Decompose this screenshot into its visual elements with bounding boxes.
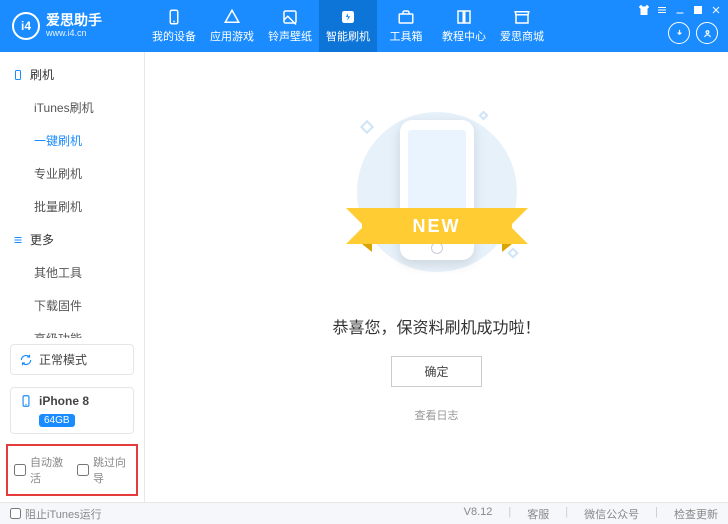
- version-label: V8.12: [464, 506, 493, 522]
- flash-icon: [339, 8, 357, 26]
- sidebar-item-advanced[interactable]: 高级功能: [0, 322, 144, 338]
- sidebar-group-more[interactable]: 更多: [0, 223, 144, 256]
- user-button[interactable]: [696, 22, 718, 44]
- option-label: 自动激活: [30, 454, 67, 486]
- nav-toolbox[interactable]: 工具箱: [377, 0, 435, 52]
- nav-store[interactable]: 爱思商城: [493, 0, 551, 52]
- book-icon: [455, 8, 473, 26]
- device-icon: [12, 69, 24, 81]
- nav-label: 爱思商城: [500, 28, 544, 44]
- user-icon: [702, 28, 713, 39]
- status-bar: 阻止iTunes运行 V8.12 | 客服 | 微信公众号 | 检查更新: [0, 502, 728, 524]
- logo[interactable]: i4 爱思助手 www.i4.cn: [0, 12, 145, 40]
- support-link[interactable]: 客服: [527, 506, 549, 522]
- sidebar-item-pro-flash[interactable]: 专业刷机: [0, 157, 144, 190]
- nav-apps[interactable]: 应用游戏: [203, 0, 261, 52]
- nav-my-device[interactable]: 我的设备: [145, 0, 203, 52]
- checkbox-input[interactable]: [10, 508, 21, 519]
- checkbox-input[interactable]: [14, 464, 26, 476]
- minimize-icon[interactable]: [674, 4, 686, 16]
- nav-flash[interactable]: 智能刷机: [319, 0, 377, 52]
- nav-label: 智能刷机: [326, 28, 370, 44]
- main-content: NEW 恭喜您，保资料刷机成功啦！ 确定 查看日志: [145, 52, 728, 502]
- sidebar-group-label: 刷机: [30, 66, 54, 83]
- nav-label: 铃声壁纸: [268, 28, 312, 44]
- sidebar-item-itunes-flash[interactable]: iTunes刷机: [0, 91, 144, 124]
- sidebar-item-download-firmware[interactable]: 下载固件: [0, 289, 144, 322]
- sidebar: 刷机 iTunes刷机 一键刷机 专业刷机 批量刷机 更多 其他工具 下载固件 …: [0, 52, 145, 502]
- success-illustration: NEW: [337, 102, 537, 282]
- nav-tutorials[interactable]: 教程中心: [435, 0, 493, 52]
- storage-badge: 64GB: [39, 414, 75, 427]
- phone-small-icon: [19, 394, 33, 408]
- nav-label: 教程中心: [442, 28, 486, 44]
- block-itunes-checkbox[interactable]: 阻止iTunes运行: [10, 506, 102, 522]
- device-name: iPhone 8: [39, 394, 89, 408]
- nav-label: 应用游戏: [210, 28, 254, 44]
- apps-icon: [223, 8, 241, 26]
- app-header: i4 爱思助手 www.i4.cn 我的设备 应用游戏 铃声壁纸 智能刷机 工具…: [0, 0, 728, 52]
- footer-label: 阻止iTunes运行: [25, 506, 102, 522]
- store-icon: [513, 8, 531, 26]
- toolbox-icon: [397, 8, 415, 26]
- nav-label: 我的设备: [152, 28, 196, 44]
- top-nav: 我的设备 应用游戏 铃声壁纸 智能刷机 工具箱 教程中心 爱思商城: [145, 0, 551, 52]
- mode-indicator[interactable]: 正常模式: [10, 344, 134, 375]
- check-update-link[interactable]: 检查更新: [674, 506, 718, 522]
- download-icon: [674, 28, 685, 39]
- wechat-link[interactable]: 微信公众号: [584, 506, 639, 522]
- nav-ringtones[interactable]: 铃声壁纸: [261, 0, 319, 52]
- ribbon-text: NEW: [413, 216, 461, 237]
- device-indicator[interactable]: iPhone 8 64GB: [10, 387, 134, 434]
- sidebar-item-batch-flash[interactable]: 批量刷机: [0, 190, 144, 223]
- view-log-link[interactable]: 查看日志: [415, 407, 459, 423]
- menu-icon[interactable]: [656, 4, 668, 16]
- list-icon: [12, 234, 24, 246]
- ok-button[interactable]: 确定: [391, 356, 481, 387]
- auto-activate-checkbox[interactable]: 自动激活: [14, 454, 67, 486]
- flash-options-highlight: 自动激活 跳过向导: [6, 444, 138, 496]
- skin-icon[interactable]: [638, 4, 650, 16]
- option-label: 跳过向导: [93, 454, 130, 486]
- nav-label: 工具箱: [390, 28, 423, 44]
- sidebar-item-other-tools[interactable]: 其他工具: [0, 256, 144, 289]
- skip-wizard-checkbox[interactable]: 跳过向导: [77, 454, 130, 486]
- logo-title: 爱思助手: [46, 13, 102, 28]
- checkbox-input[interactable]: [77, 464, 89, 476]
- phone-icon: [165, 8, 183, 26]
- maximize-icon[interactable]: [692, 4, 704, 16]
- sidebar-group-flash[interactable]: 刷机: [0, 58, 144, 91]
- mode-label: 正常模式: [39, 351, 87, 368]
- success-message: 恭喜您，保资料刷机成功啦！: [332, 314, 540, 338]
- download-button[interactable]: [668, 22, 690, 44]
- wallpaper-icon: [281, 8, 299, 26]
- close-icon[interactable]: [710, 4, 722, 16]
- sidebar-group-label: 更多: [30, 231, 54, 248]
- logo-subtitle: www.i4.cn: [46, 29, 102, 39]
- sidebar-item-oneclick-flash[interactable]: 一键刷机: [0, 124, 144, 157]
- logo-icon: i4: [12, 12, 40, 40]
- refresh-icon: [19, 353, 33, 367]
- new-ribbon: NEW: [362, 208, 512, 244]
